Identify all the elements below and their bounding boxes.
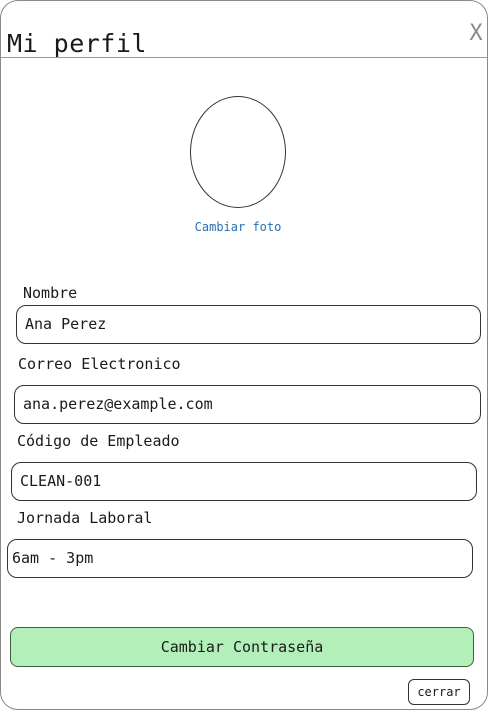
nombre-field[interactable]: Ana Perez (16, 305, 481, 344)
change-password-button[interactable]: Cambiar Contraseña (10, 627, 474, 667)
cerrar-button[interactable]: cerrar (408, 679, 470, 705)
jornada-field[interactable]: 6am - 3pm (7, 539, 473, 578)
page-title: Mi perfil (7, 29, 147, 58)
codigo-label: Código de Empleado (17, 432, 180, 450)
change-photo-link[interactable]: Cambiar foto (141, 220, 335, 234)
avatar (190, 96, 286, 208)
profile-modal: Mi perfil X Cambiar foto Nombre Ana Pere… (0, 0, 488, 710)
close-icon[interactable]: X (465, 21, 487, 47)
correo-label: Correo Electronico (18, 355, 181, 373)
title-divider (1, 57, 487, 58)
nombre-label: Nombre (23, 284, 78, 302)
codigo-field[interactable]: CLEAN-001 (11, 462, 477, 501)
jornada-label: Jornada Laboral (17, 509, 153, 527)
correo-field[interactable]: ana.perez@example.com (14, 385, 481, 424)
